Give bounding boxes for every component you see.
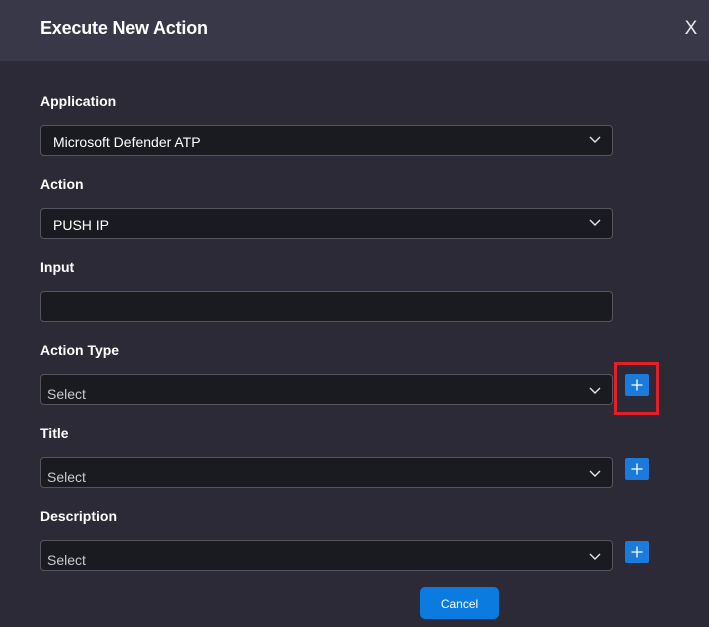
plus-icon — [631, 546, 643, 558]
add-title-button[interactable] — [625, 458, 649, 480]
action-type-select[interactable]: Select — [40, 374, 613, 405]
plus-icon — [631, 463, 643, 475]
input-label: Input — [40, 259, 75, 275]
title-label: Title — [40, 425, 69, 441]
input-field[interactable] — [40, 291, 613, 322]
description-select[interactable]: Select — [40, 540, 613, 571]
description-label: Description — [40, 508, 118, 524]
chevron-down-icon — [589, 553, 601, 560]
title-placeholder: Select — [47, 469, 86, 485]
highlight-box — [614, 362, 659, 415]
chevron-down-icon — [589, 387, 601, 394]
action-value: PUSH IP — [53, 217, 110, 233]
action-label: Action — [40, 176, 84, 192]
description-placeholder: Select — [47, 552, 86, 568]
chevron-down-icon — [589, 470, 601, 477]
close-icon[interactable]: X — [681, 18, 701, 40]
application-select[interactable]: Microsoft Defender ATP — [40, 125, 613, 156]
dialog-header: Execute New Action X — [0, 0, 709, 61]
title-select[interactable]: Select — [40, 457, 613, 488]
add-description-button[interactable] — [625, 541, 649, 563]
dialog-title: Execute New Action — [40, 18, 208, 38]
application-value: Microsoft Defender ATP — [53, 134, 201, 150]
chevron-down-icon — [589, 219, 601, 226]
cancel-button[interactable]: Cancel — [420, 587, 499, 619]
action-type-placeholder: Select — [47, 386, 86, 402]
action-type-label: Action Type — [40, 342, 120, 358]
chevron-down-icon — [589, 136, 601, 143]
action-select[interactable]: PUSH IP — [40, 208, 613, 239]
application-label: Application — [40, 93, 117, 109]
